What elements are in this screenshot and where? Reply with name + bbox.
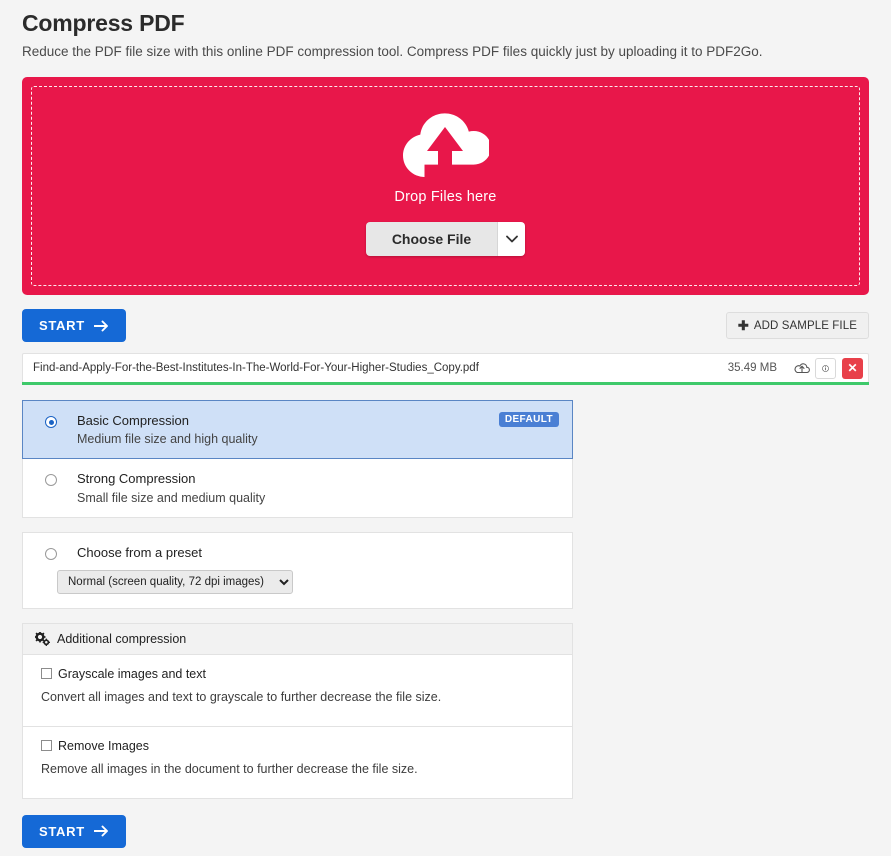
upload-progress-fill [22, 382, 869, 385]
checkbox-remove-images-description: Remove all images in the document to fur… [41, 761, 418, 776]
option-strong-compression[interactable]: Strong Compression Small file size and m… [22, 459, 573, 518]
checkbox-remove-images-card: Remove Images Remove all images in the d… [22, 726, 573, 799]
checkbox-remove-images[interactable] [41, 740, 52, 752]
dropzone-label: Drop Files here [394, 188, 497, 205]
start-button-bottom[interactable]: START [22, 814, 126, 848]
file-info-button[interactable] [815, 357, 836, 379]
choose-file-group[interactable]: Choose File [365, 221, 526, 256]
choose-file-dropdown-button[interactable] [497, 221, 526, 256]
option-basic-description: Medium file size and high quality [77, 432, 258, 447]
start-button-top[interactable]: START [22, 309, 126, 342]
preset-select[interactable]: Normal (screen quality, 72 dpi images) [57, 569, 293, 594]
add-sample-file-label: ADD SAMPLE FILE [753, 319, 857, 332]
action-row: START ✚ ADD SAMPLE FILE [22, 309, 869, 342]
chevron-down-icon [505, 235, 518, 242]
cogs-icon [35, 631, 50, 646]
file-dropzone[interactable]: Drop Files here Choose File [22, 77, 869, 295]
checkbox-grayscale-card: Grayscale images and text Convert all im… [22, 654, 573, 727]
close-x-icon: ✕ [847, 361, 858, 375]
arrow-right-icon [93, 825, 108, 837]
file-name: Find-and-Apply-For-the-Best-Institutes-I… [33, 362, 479, 374]
file-upload-source-button[interactable] [789, 361, 815, 375]
cloud-upload-icon [403, 112, 490, 177]
add-sample-file-button[interactable]: ✚ ADD SAMPLE FILE [725, 312, 869, 339]
plus-icon: ✚ [737, 318, 749, 333]
page-subtitle: Reduce the PDF file size with this onlin… [22, 44, 763, 59]
file-size: 35.49 MB [727, 362, 777, 374]
option-strong-title: Strong Compression [77, 471, 196, 487]
info-circle-icon [822, 364, 829, 372]
option-preset[interactable]: Choose from a preset Normal (screen qual… [22, 531, 573, 609]
start-button-bottom-label: START [39, 823, 85, 839]
radio-strong-compression[interactable] [45, 474, 57, 487]
compress-pdf-page: Compress PDF Reduce the PDF file size wi… [0, 0, 891, 856]
additional-compression-header: Additional compression [22, 622, 573, 655]
radio-preset[interactable] [45, 547, 57, 560]
checkbox-grayscale-description: Convert all images and text to grayscale… [41, 689, 442, 704]
checkbox-grayscale-label[interactable]: Grayscale images and text [58, 667, 206, 681]
option-basic-title: Basic Compression [77, 413, 189, 428]
page-title: Compress PDF [22, 10, 185, 36]
checkbox-grayscale[interactable] [41, 668, 52, 680]
arrow-right-icon [93, 320, 108, 331]
additional-compression-label: Additional compression [57, 631, 187, 646]
option-strong-description: Small file size and medium quality [77, 490, 266, 505]
option-basic-compression[interactable]: Basic Compression Medium file size and h… [22, 400, 573, 460]
start-button-top-label: START [39, 318, 85, 333]
file-delete-button[interactable]: ✕ [842, 357, 863, 379]
cloud-upload-small-icon [794, 363, 810, 374]
uploaded-file-row: Find-and-Apply-For-the-Best-Institutes-I… [22, 353, 869, 385]
choose-file-button[interactable]: Choose File [365, 221, 498, 256]
compression-options: Basic Compression Medium file size and h… [22, 400, 573, 848]
checkbox-remove-images-label[interactable]: Remove Images [58, 739, 149, 753]
option-preset-title: Choose from a preset [77, 544, 203, 560]
radio-basic-compression[interactable] [45, 416, 57, 428]
default-badge: DEFAULT [498, 412, 559, 427]
upload-progress-track [22, 382, 869, 385]
